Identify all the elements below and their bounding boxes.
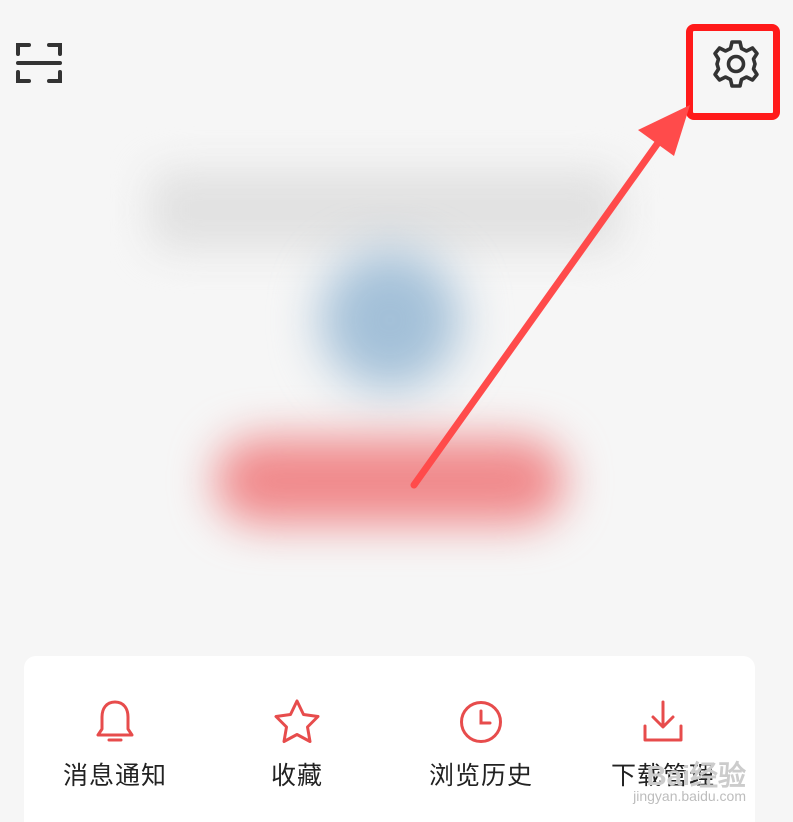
menu-item-favorites[interactable]: 收藏 bbox=[206, 656, 388, 822]
clock-icon bbox=[460, 701, 502, 743]
watermark-url: jingyan.baidu.com bbox=[633, 788, 746, 804]
avatar[interactable] bbox=[320, 250, 460, 390]
blurred-username bbox=[150, 170, 620, 250]
menu-label-history: 浏览历史 bbox=[428, 761, 533, 790]
star-icon bbox=[274, 699, 320, 743]
login-button[interactable] bbox=[215, 438, 565, 524]
menu-label-favorites: 收藏 bbox=[270, 761, 323, 790]
scan-icon bbox=[16, 43, 62, 83]
menu-item-history[interactable]: 浏览历史 bbox=[390, 656, 572, 822]
profile-area bbox=[0, 120, 793, 600]
menu-item-notifications[interactable]: 消息通知 bbox=[24, 656, 206, 822]
watermark: Bai经验 jingyan.baidu.com bbox=[600, 748, 790, 808]
top-bar bbox=[0, 0, 793, 120]
scan-button[interactable] bbox=[14, 40, 64, 86]
highlight-box bbox=[686, 24, 780, 120]
download-icon bbox=[643, 700, 683, 742]
menu-label-notifications: 消息通知 bbox=[62, 761, 167, 790]
bell-icon bbox=[96, 700, 134, 742]
